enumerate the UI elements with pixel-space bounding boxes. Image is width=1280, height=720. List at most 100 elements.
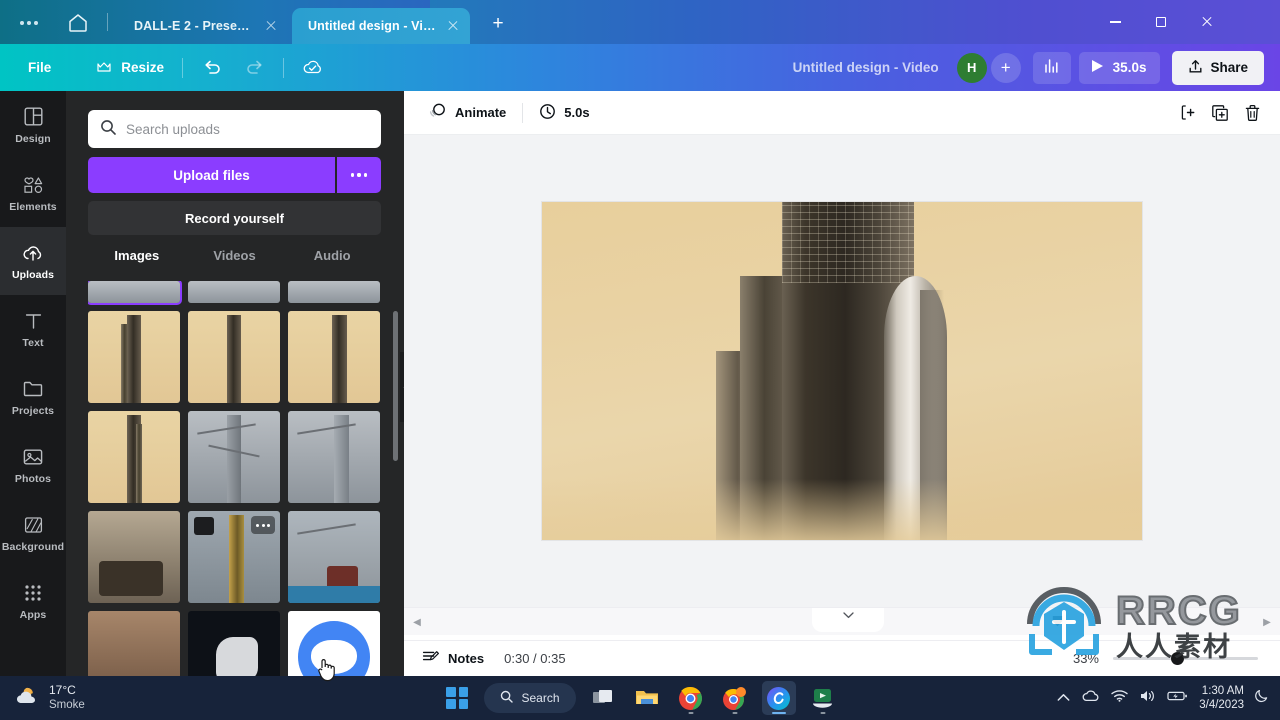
toolbar-divider: [182, 57, 184, 78]
notes-label: Notes: [448, 651, 485, 666]
taskbar-search[interactable]: Search: [484, 683, 576, 713]
record-yourself-button[interactable]: Record yourself: [88, 201, 381, 235]
windows-taskbar: 17°C Smoke Search 1:30 AM 3/4/2023: [0, 676, 1280, 720]
animate-label: Animate: [455, 105, 507, 120]
timeline-scrub-bar[interactable]: ◀ ▶: [404, 607, 1280, 635]
upload-thumbnail[interactable]: [188, 281, 280, 303]
collapse-timeline-button[interactable]: [812, 608, 884, 632]
select-checkbox[interactable]: [194, 517, 214, 535]
upload-thumbnail[interactable]: [288, 311, 380, 403]
upload-thumbnail[interactable]: [188, 311, 280, 403]
browser-tab-1[interactable]: DALL-E 2 - Presentation: [118, 8, 288, 44]
search-uploads-box[interactable]: [88, 110, 381, 148]
canva-editor-window: DALL-E 2 - Presentation Untitled design …: [0, 0, 1280, 720]
task-view-button[interactable]: [586, 681, 620, 715]
zoom-slider-handle[interactable]: [1171, 652, 1184, 665]
sidebar-item-photos[interactable]: Photos: [0, 431, 66, 499]
upload-thumbnail[interactable]: [88, 281, 182, 305]
add-page-button[interactable]: [1172, 97, 1204, 129]
file-menu-button[interactable]: File: [18, 52, 61, 84]
new-tab-button[interactable]: +: [486, 12, 510, 36]
show-hidden-icons[interactable]: [1057, 689, 1070, 707]
zoom-slider[interactable]: [1113, 652, 1258, 665]
upload-thumbnail[interactable]: [88, 411, 180, 503]
animate-button[interactable]: Animate: [418, 98, 516, 128]
page-duration-button[interactable]: 5.0s: [529, 98, 599, 128]
taskbar-search-label: Search: [521, 691, 560, 705]
battery-icon[interactable]: [1167, 689, 1188, 707]
upload-thumbnail[interactable]: [288, 411, 380, 503]
sidebar-item-text[interactable]: Text: [0, 295, 66, 363]
sidebar-item-apps-label: Apps: [19, 608, 47, 621]
browser-tab-2[interactable]: Untitled design - Video: [292, 8, 470, 44]
share-button[interactable]: Share: [1172, 50, 1264, 85]
insights-button[interactable]: [1032, 51, 1071, 84]
invite-collaborator-button[interactable]: +: [990, 52, 1021, 83]
canvas-area[interactable]: [404, 135, 1280, 607]
upload-thumbnail[interactable]: [88, 611, 180, 676]
sidebar-item-projects-label: Projects: [11, 404, 55, 417]
upload-thumbnail[interactable]: [288, 511, 380, 603]
saved-to-cloud-button[interactable]: [292, 52, 334, 84]
volume-icon[interactable]: [1139, 689, 1156, 708]
crown-icon: [93, 57, 115, 79]
sidebar-item-uploads[interactable]: Uploads: [0, 227, 66, 295]
playhead-marker[interactable]: [1052, 614, 1063, 627]
tab-overflow-icon[interactable]: [14, 14, 44, 32]
redo-button[interactable]: [233, 52, 275, 84]
sidebar-item-elements[interactable]: Elements: [0, 159, 66, 227]
uploads-grid[interactable]: [88, 281, 398, 676]
delete-page-button[interactable]: [1236, 97, 1268, 129]
tab-audio[interactable]: Audio: [283, 248, 381, 272]
upload-thumbnail[interactable]: [88, 311, 180, 403]
file-explorer-button[interactable]: [630, 681, 664, 715]
wifi-icon[interactable]: [1111, 689, 1128, 707]
uploads-tabs: Images Videos Audio: [88, 248, 381, 272]
clock-icon: [539, 103, 556, 123]
window-minimize-button[interactable]: [1092, 0, 1138, 44]
chrome-button[interactable]: [674, 681, 708, 715]
close-icon[interactable]: [446, 19, 460, 33]
sidebar-item-background[interactable]: Background: [0, 499, 66, 567]
canva-button[interactable]: [761, 681, 796, 715]
design-canvas[interactable]: [542, 202, 1142, 540]
scroll-left-icon[interactable]: ◀: [410, 615, 424, 629]
thumbnail-menu-icon[interactable]: [251, 516, 275, 534]
chrome-canary-button[interactable]: [718, 681, 752, 715]
window-maximize-button[interactable]: [1138, 0, 1184, 44]
search-icon: [100, 119, 116, 140]
tab-videos[interactable]: Videos: [186, 248, 284, 272]
upload-thumbnail[interactable]: [288, 281, 380, 303]
tab-images[interactable]: Images: [88, 248, 186, 272]
play-button[interactable]: 35.0s: [1078, 51, 1161, 84]
media-app-button[interactable]: [806, 681, 840, 715]
start-button[interactable]: [440, 681, 474, 715]
onedrive-icon[interactable]: [1081, 689, 1100, 707]
window-close-button[interactable]: [1184, 0, 1230, 44]
resize-button[interactable]: Resize: [83, 52, 174, 84]
notes-button[interactable]: Notes: [422, 649, 484, 669]
taskbar-clock[interactable]: 1:30 AM 3/4/2023: [1199, 684, 1244, 713]
scroll-right-icon[interactable]: ▶: [1260, 615, 1274, 629]
home-icon[interactable]: [64, 10, 92, 35]
zoom-percent-label: 33%: [1072, 651, 1099, 666]
uploads-scrollbar[interactable]: [393, 311, 398, 461]
upload-thumbnail[interactable]: [188, 411, 280, 503]
sidebar-item-design[interactable]: Design: [0, 91, 66, 159]
upload-more-button[interactable]: [337, 157, 381, 193]
cloud-check-icon: [302, 57, 324, 79]
animate-icon: [428, 102, 447, 123]
close-icon[interactable]: [264, 19, 278, 33]
upload-thumbnail[interactable]: [88, 511, 180, 603]
upload-thumbnail-hovered[interactable]: [188, 511, 280, 603]
projects-icon: [22, 378, 44, 400]
upload-files-button[interactable]: Upload files: [88, 157, 335, 193]
avatar[interactable]: H: [956, 52, 987, 83]
duplicate-page-button[interactable]: [1204, 97, 1236, 129]
search-input[interactable]: [126, 121, 369, 137]
sidebar-item-projects[interactable]: Projects: [0, 363, 66, 431]
notifications-icon[interactable]: [1255, 689, 1268, 708]
upload-thumbnail[interactable]: [188, 611, 280, 676]
sidebar-item-apps[interactable]: Apps: [0, 567, 66, 635]
undo-button[interactable]: [191, 52, 233, 84]
